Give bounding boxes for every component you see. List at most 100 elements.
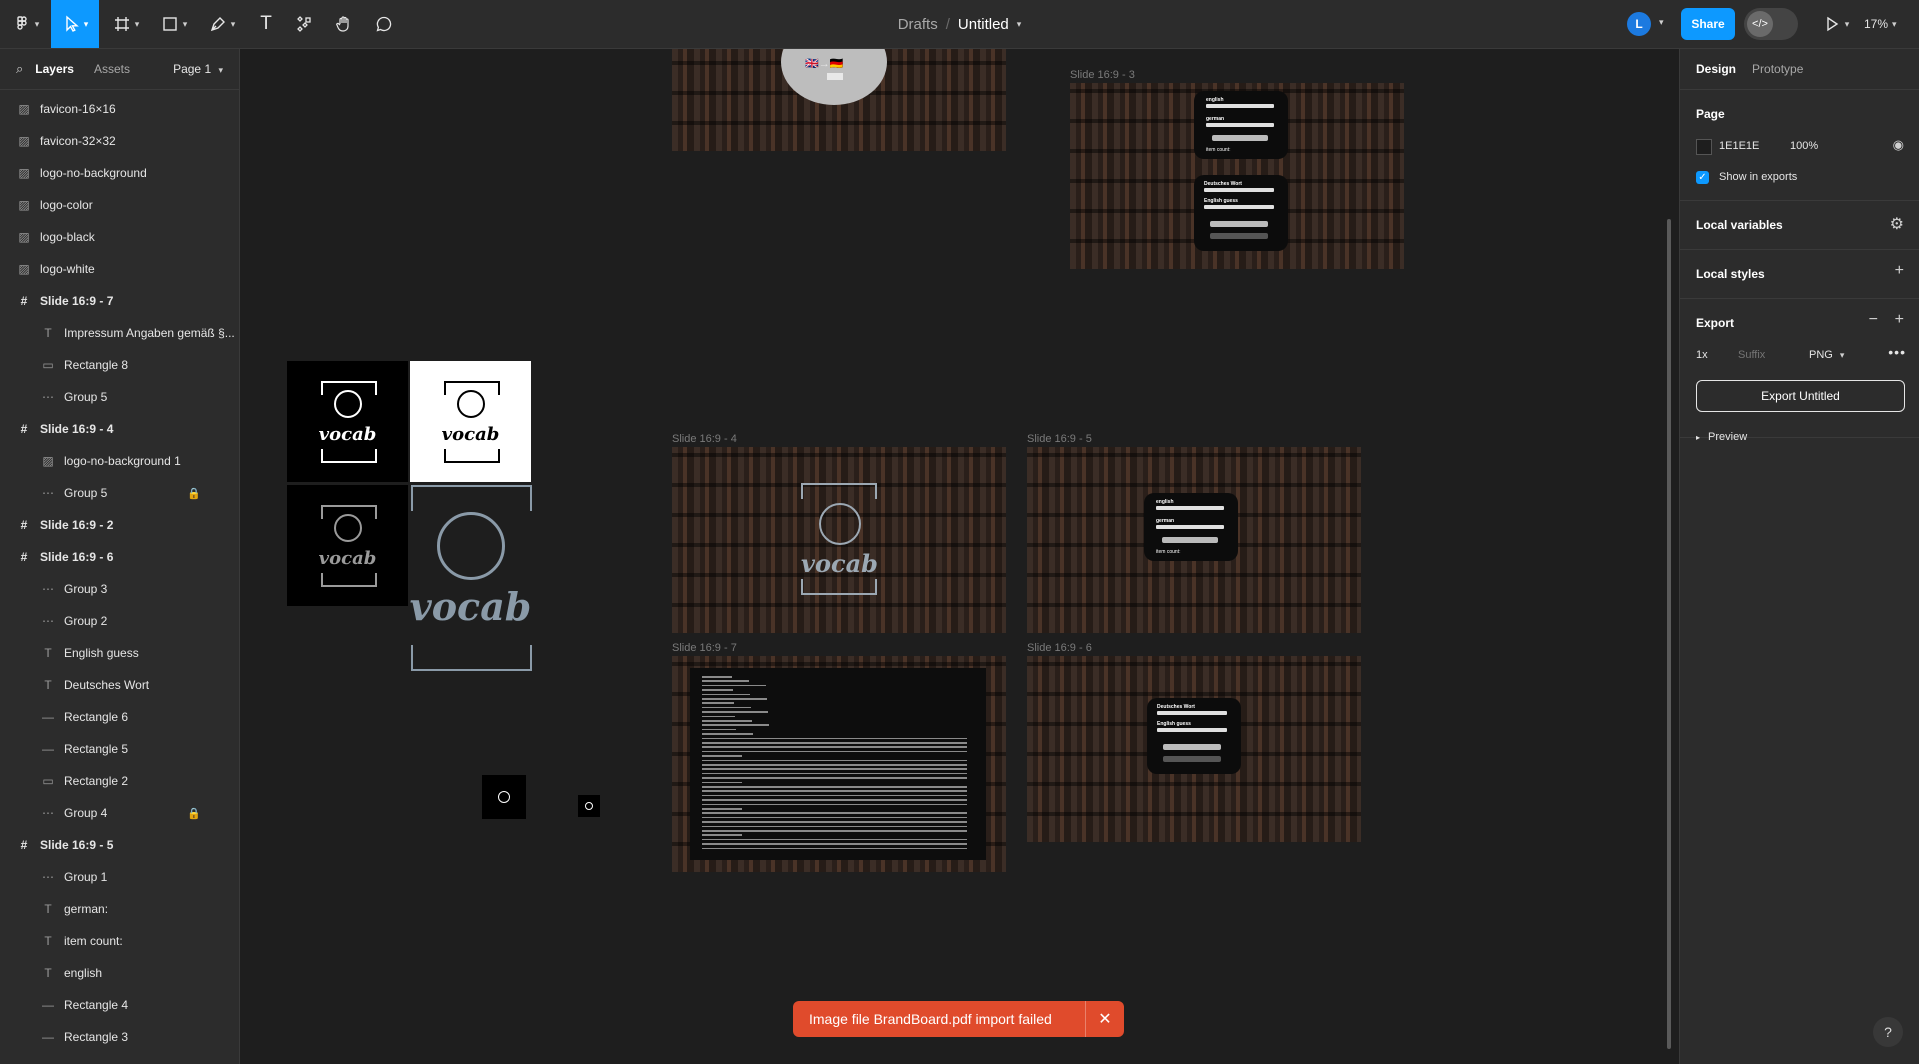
text-tool-button[interactable]: T: [252, 0, 280, 48]
layer-item[interactable]: — Rectangle 5: [0, 733, 239, 765]
move-tool-button[interactable]: ▾: [51, 0, 99, 48]
pen-tool-button[interactable]: ▾: [204, 0, 240, 48]
logo-no-background-tile[interactable]: vocab: [410, 485, 532, 671]
start-button: [827, 73, 843, 80]
layer-item[interactable]: ⋯ Group 5 🔒: [0, 477, 239, 509]
logo-white-tile[interactable]: vocab: [410, 361, 531, 482]
layer-item[interactable]: — Rectangle 3: [0, 1021, 239, 1053]
export-scale[interactable]: 1x: [1696, 349, 1708, 361]
chevron-down-icon: ▾: [182, 18, 188, 29]
export-button[interactable]: Export Untitled: [1696, 380, 1905, 412]
card-label-german: german: [1156, 518, 1175, 524]
dev-mode-toggle[interactable]: </>: [1744, 8, 1798, 40]
chevron-down-icon[interactable]: ▾: [1659, 17, 1664, 28]
layer-frame-item[interactable]: # Slide 16:9 - 6: [0, 541, 239, 573]
share-button[interactable]: Share: [1681, 8, 1735, 40]
avatar[interactable]: L: [1627, 12, 1651, 36]
canvas-scrollbar[interactable]: [1667, 219, 1671, 1049]
layer-item[interactable]: — Rectangle 6: [0, 701, 239, 733]
layer-item[interactable]: ⋯ Group 5: [0, 381, 239, 413]
main-menu-button[interactable]: ▾: [8, 0, 44, 48]
plus-icon[interactable]: +: [1895, 311, 1904, 329]
slide-2-frame[interactable]: 🇬🇧→🇩🇪: [672, 49, 1006, 151]
frame-label-slide-3[interactable]: Slide 16:9 - 3: [1070, 69, 1135, 81]
help-button[interactable]: ?: [1873, 1017, 1903, 1047]
show-in-exports-checkbox[interactable]: ✓: [1696, 171, 1709, 184]
layer-item[interactable]: ▨ logo-no-background: [0, 157, 239, 189]
text-line: [702, 698, 767, 700]
layer-item[interactable]: T Deutsches Wort: [0, 669, 239, 701]
layer-item[interactable]: ▨ logo-no-background 1: [0, 445, 239, 477]
file-title[interactable]: Untitled: [958, 16, 1009, 33]
favicon-16-tile[interactable]: [578, 795, 600, 817]
local-variables-section[interactable]: Local variables ⚙: [1680, 201, 1919, 250]
components-tool-button[interactable]: [290, 0, 318, 48]
slide-5-frame[interactable]: english german item count:: [1027, 447, 1361, 633]
tab-assets[interactable]: Assets: [94, 62, 130, 76]
tab-design[interactable]: Design: [1696, 62, 1736, 76]
layer-item[interactable]: ▨ logo-white: [0, 253, 239, 285]
breadcrumb-drafts[interactable]: Drafts: [898, 16, 938, 33]
layer-item[interactable]: ▨ favicon-32×32: [0, 125, 239, 157]
rectangle-icon: [163, 17, 177, 31]
sliders-icon[interactable]: ⚙: [1890, 214, 1904, 234]
logo-black-tile[interactable]: vocab: [287, 361, 408, 482]
layer-item[interactable]: ⋯ Group 1: [0, 861, 239, 893]
tab-prototype[interactable]: Prototype: [1752, 62, 1803, 76]
page-opacity-value[interactable]: 100%: [1790, 140, 1818, 152]
page-color-swatch[interactable]: [1696, 139, 1712, 155]
tab-layers[interactable]: Layers: [35, 62, 74, 76]
frame-label-slide-5[interactable]: Slide 16:9 - 5: [1027, 433, 1092, 445]
lock-icon[interactable]: 🔒: [187, 807, 201, 820]
hand-tool-button[interactable]: [330, 0, 358, 48]
comment-tool-button[interactable]: [370, 0, 398, 48]
slide-7-frame[interactable]: [672, 656, 1006, 872]
layer-item[interactable]: T Impressum Angaben gemäß §...: [0, 317, 239, 349]
search-icon[interactable]: ⌕: [16, 61, 23, 77]
frame-label-slide-7[interactable]: Slide 16:9 - 7: [672, 642, 737, 654]
plus-icon[interactable]: +: [1895, 262, 1904, 280]
shape-tool-button[interactable]: ▾: [156, 0, 192, 48]
minus-icon[interactable]: −: [1869, 311, 1878, 329]
canvas[interactable]: 🇬🇧→🇩🇪 Slide 16:9 - 3 english german item…: [240, 49, 1678, 1064]
slide-6-frame[interactable]: Deutsches Wort English guess: [1027, 656, 1361, 842]
layer-item[interactable]: ▨ favicon-16×16: [0, 93, 239, 125]
layer-item[interactable]: Tgerman:: [0, 893, 239, 925]
layer-item[interactable]: Tenglish: [0, 957, 239, 989]
layer-item[interactable]: T English guess: [0, 637, 239, 669]
layer-item[interactable]: Titem count:: [0, 925, 239, 957]
layer-item[interactable]: ⋯ Group 2: [0, 605, 239, 637]
export-format-select[interactable]: PNG ▾: [1809, 349, 1844, 361]
page-selector[interactable]: Page 1 ▾: [173, 62, 223, 76]
present-button[interactable]: ▾: [1816, 0, 1856, 48]
layer-item[interactable]: ▨ logo-color: [0, 189, 239, 221]
frame-label-slide-6[interactable]: Slide 16:9 - 6: [1027, 642, 1092, 654]
layer-item[interactable]: — Rectangle 4: [0, 989, 239, 1021]
export-suffix-input[interactable]: [1730, 343, 1810, 367]
page-color-value[interactable]: 1E1E1E: [1719, 140, 1759, 152]
layer-item[interactable]: ⋯ Group 4 🔒: [0, 797, 239, 829]
layer-frame-item[interactable]: # Slide 16:9 - 4: [0, 413, 239, 445]
preview-toggle[interactable]: ▸ Preview: [1696, 431, 1747, 443]
zoom-control[interactable]: 17% ▾: [1864, 0, 1897, 48]
layer-item[interactable]: ⋯ Group 3: [0, 573, 239, 605]
layer-item[interactable]: ▭ Rectangle 2: [0, 765, 239, 797]
close-icon[interactable]: ✕: [1085, 1001, 1124, 1037]
slide-3-frame[interactable]: english german item count: Deutsches Wor…: [1070, 83, 1404, 269]
layer-item[interactable]: ▭ Rectangle 8: [0, 349, 239, 381]
layer-item[interactable]: ▨ logo-black: [0, 221, 239, 253]
layer-frame-item[interactable]: # Slide 16:9 - 2: [0, 509, 239, 541]
logo-color-tile[interactable]: vocab: [287, 485, 408, 606]
lock-icon[interactable]: 🔒: [187, 487, 201, 500]
layer-frame-item[interactable]: # Slide 16:9 - 5: [0, 829, 239, 861]
line-icon: —: [42, 998, 54, 1012]
frame-tool-button[interactable]: ▾: [108, 0, 144, 48]
slide-4-frame[interactable]: vocab: [672, 447, 1006, 633]
more-options-icon[interactable]: •••: [1888, 344, 1906, 360]
chevron-down-icon[interactable]: ▾: [1017, 19, 1022, 30]
layer-frame-item[interactable]: # Slide 16:9 - 7: [0, 285, 239, 317]
frame-label-slide-4[interactable]: Slide 16:9 - 4: [672, 433, 737, 445]
favicon-32-tile[interactable]: [482, 775, 526, 819]
eye-icon[interactable]: ◉: [1893, 137, 1904, 153]
card-label-count: item count:: [1206, 147, 1231, 153]
